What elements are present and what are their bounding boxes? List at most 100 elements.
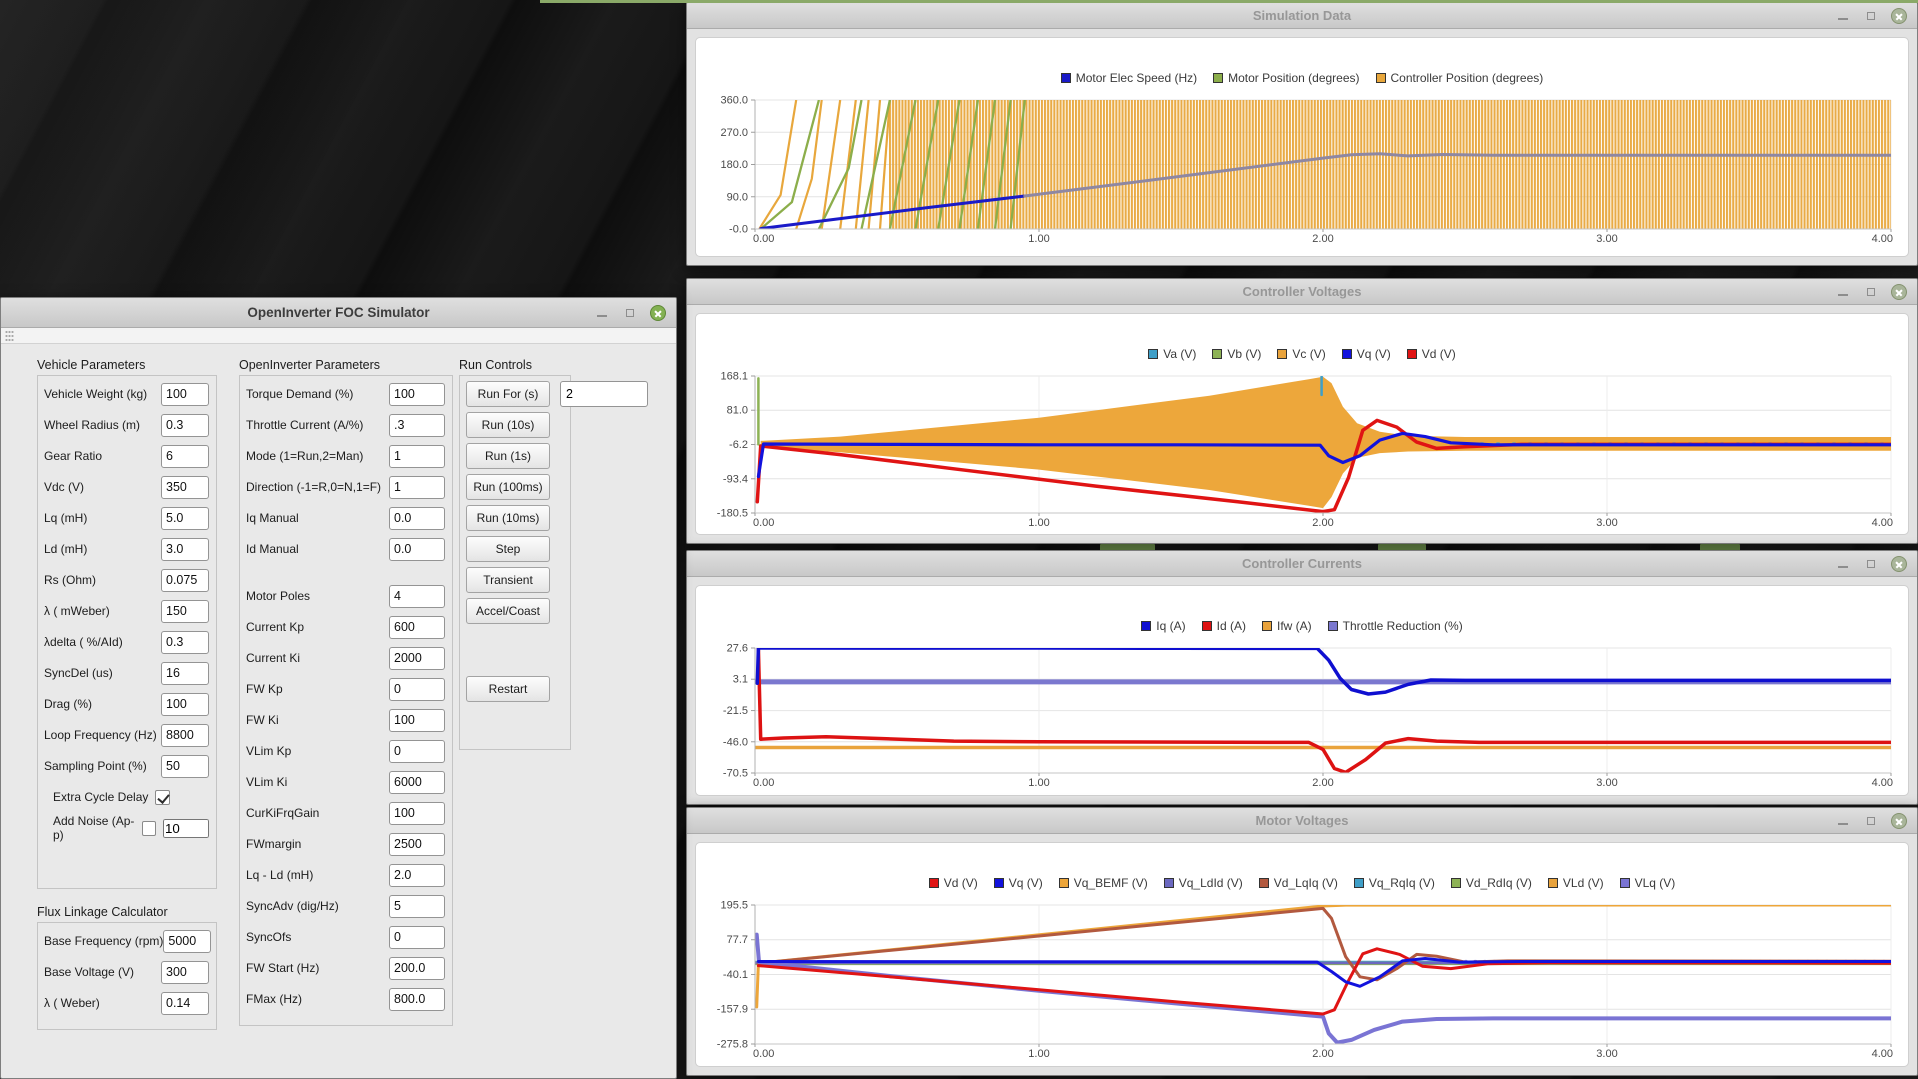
vehicle-field-input[interactable]: [161, 631, 209, 654]
restore-button[interactable]: [622, 305, 638, 321]
openinverter-field-input[interactable]: [389, 709, 445, 732]
legend-swatch: [1141, 621, 1151, 631]
vehicle-field-label: Loop Frequency (Hz): [44, 728, 157, 742]
openinverter-field-input[interactable]: [389, 895, 445, 918]
run-controls-group: Run For (s) Run (10s) Run (1s) Run (100ms) R…: [459, 375, 571, 750]
vehicle-field-input[interactable]: [161, 662, 209, 685]
titlebar[interactable]: Motor Voltages: [687, 808, 1917, 834]
svg-text:168.1: 168.1: [720, 371, 748, 383]
openinverter-field-input[interactable]: [389, 864, 445, 887]
minimize-button[interactable]: [1835, 284, 1851, 300]
openinverter-field-label: FW Ki: [246, 713, 279, 727]
window-title: Simulation Data: [687, 3, 1917, 28]
vehicle-field-input[interactable]: [161, 383, 209, 406]
chart-legend: Vd (V)Vq (V)Vq_BEMF (V)Vq_LdId (V)Vd_LqI…: [929, 875, 1676, 891]
svg-text:-21.5: -21.5: [723, 705, 748, 717]
titlebar[interactable]: Controller Currents: [687, 551, 1917, 577]
legend-swatch: [1059, 878, 1069, 888]
run-control-button[interactable]: Step: [466, 536, 550, 562]
run-control-button[interactable]: Run (1s): [466, 443, 550, 469]
minimize-button[interactable]: [1835, 813, 1851, 829]
restore-button[interactable]: [1863, 556, 1879, 572]
run-control-button[interactable]: Run (10s): [466, 412, 550, 438]
vehicle-field-input[interactable]: [161, 755, 209, 778]
openinverter-field-input[interactable]: [389, 771, 445, 794]
vehicle-field-input[interactable]: [161, 538, 209, 561]
openinverter-field-label: FWmargin: [246, 837, 301, 851]
titlebar[interactable]: Simulation Data: [687, 3, 1917, 29]
close-button[interactable]: [1891, 556, 1907, 572]
drag-handle-icon[interactable]: [5, 330, 14, 342]
run-for-button[interactable]: Run For (s): [466, 381, 550, 407]
minimize-button[interactable]: [1835, 8, 1851, 24]
openinverter-field-label: Motor Poles: [246, 589, 310, 603]
openinverter-field-input[interactable]: [389, 740, 445, 763]
openinverter-field-input[interactable]: [389, 802, 445, 825]
checkbox-unchecked[interactable]: [142, 821, 156, 836]
svg-text:-180.5: -180.5: [717, 508, 748, 520]
openinverter-field-input[interactable]: [389, 414, 445, 437]
vehicle-field-input[interactable]: [161, 724, 209, 747]
vehicle-field-input[interactable]: [161, 445, 209, 468]
legend-swatch: [1148, 349, 1158, 359]
vehicle-field-input[interactable]: [161, 600, 209, 623]
openinverter-field-input[interactable]: [389, 957, 445, 980]
run-control-button[interactable]: Accel/Coast: [466, 598, 550, 624]
svg-text:3.00: 3.00: [1596, 1048, 1617, 1060]
checkbox-value-input[interactable]: [163, 819, 209, 838]
minimize-button[interactable]: [594, 305, 610, 321]
checkbox-checked[interactable]: [155, 790, 170, 805]
openinverter-parameters-group: Torque Demand (%)Throttle Current (A/%)M…: [239, 375, 453, 1026]
toolbar-strip: [1, 328, 676, 344]
run-for-seconds-input[interactable]: [560, 381, 648, 407]
vehicle-field-input[interactable]: [161, 414, 209, 437]
titlebar[interactable]: Controller Voltages: [687, 279, 1917, 305]
openinverter-field-input[interactable]: [389, 988, 445, 1011]
checkbox-row: Add Noise (Ap-p): [44, 815, 209, 841]
close-button[interactable]: [650, 305, 666, 321]
openinverter-field-input[interactable]: [389, 585, 445, 608]
openinverter-field-input[interactable]: [389, 678, 445, 701]
run-control-button[interactable]: Run (100ms): [466, 474, 550, 500]
flux-field-label: Base Frequency (rpm): [44, 934, 163, 948]
openinverter-field-input[interactable]: [389, 383, 445, 406]
flux-field-input[interactable]: [161, 992, 209, 1015]
titlebar[interactable]: OpenInverter FOC Simulator: [1, 298, 676, 328]
svg-text:0.00: 0.00: [753, 777, 774, 789]
run-control-button[interactable]: Run (10ms): [466, 505, 550, 531]
vehicle-field-input[interactable]: [161, 569, 209, 592]
restore-button[interactable]: [1863, 8, 1879, 24]
window-title: Controller Voltages: [687, 279, 1917, 304]
openinverter-field-input[interactable]: [389, 616, 445, 639]
minimize-button[interactable]: [1835, 556, 1851, 572]
openinverter-field-row: VLim Kp: [246, 738, 445, 764]
openinverter-field-input[interactable]: [389, 647, 445, 670]
restore-button[interactable]: [1863, 284, 1879, 300]
openinverter-field-input[interactable]: [389, 476, 445, 499]
openinverter-field-input[interactable]: [389, 833, 445, 856]
svg-text:0.00: 0.00: [753, 233, 774, 245]
close-button[interactable]: [1891, 813, 1907, 829]
legend-label: Vd_RdIq (V): [1466, 876, 1532, 890]
openinverter-field-input[interactable]: [389, 507, 445, 530]
openinverter-field-row: Direction (-1=R,0=N,1=F): [246, 474, 445, 500]
vehicle-field-row: λdelta ( %/AId): [44, 629, 209, 655]
openinverter-field-input[interactable]: [389, 926, 445, 949]
vehicle-field-input[interactable]: [161, 507, 209, 530]
legend-swatch: [1376, 73, 1386, 83]
restore-button[interactable]: [1863, 813, 1879, 829]
flux-field-input[interactable]: [163, 930, 211, 953]
chart-card: Va (V)Vb (V)Vc (V)Vq (V)Vd (V) 168.181.0…: [695, 313, 1909, 535]
flux-field-row: Base Voltage (V): [44, 959, 209, 985]
close-button[interactable]: [1891, 284, 1907, 300]
window-title: OpenInverter FOC Simulator: [1, 298, 676, 327]
close-button[interactable]: [1891, 8, 1907, 24]
legend-swatch: [1061, 73, 1071, 83]
openinverter-field-input[interactable]: [389, 538, 445, 561]
restart-button[interactable]: Restart: [466, 676, 550, 702]
vehicle-field-input[interactable]: [161, 693, 209, 716]
flux-field-input[interactable]: [161, 961, 209, 984]
vehicle-field-input[interactable]: [161, 476, 209, 499]
run-control-button[interactable]: Transient: [466, 567, 550, 593]
openinverter-field-input[interactable]: [389, 445, 445, 468]
